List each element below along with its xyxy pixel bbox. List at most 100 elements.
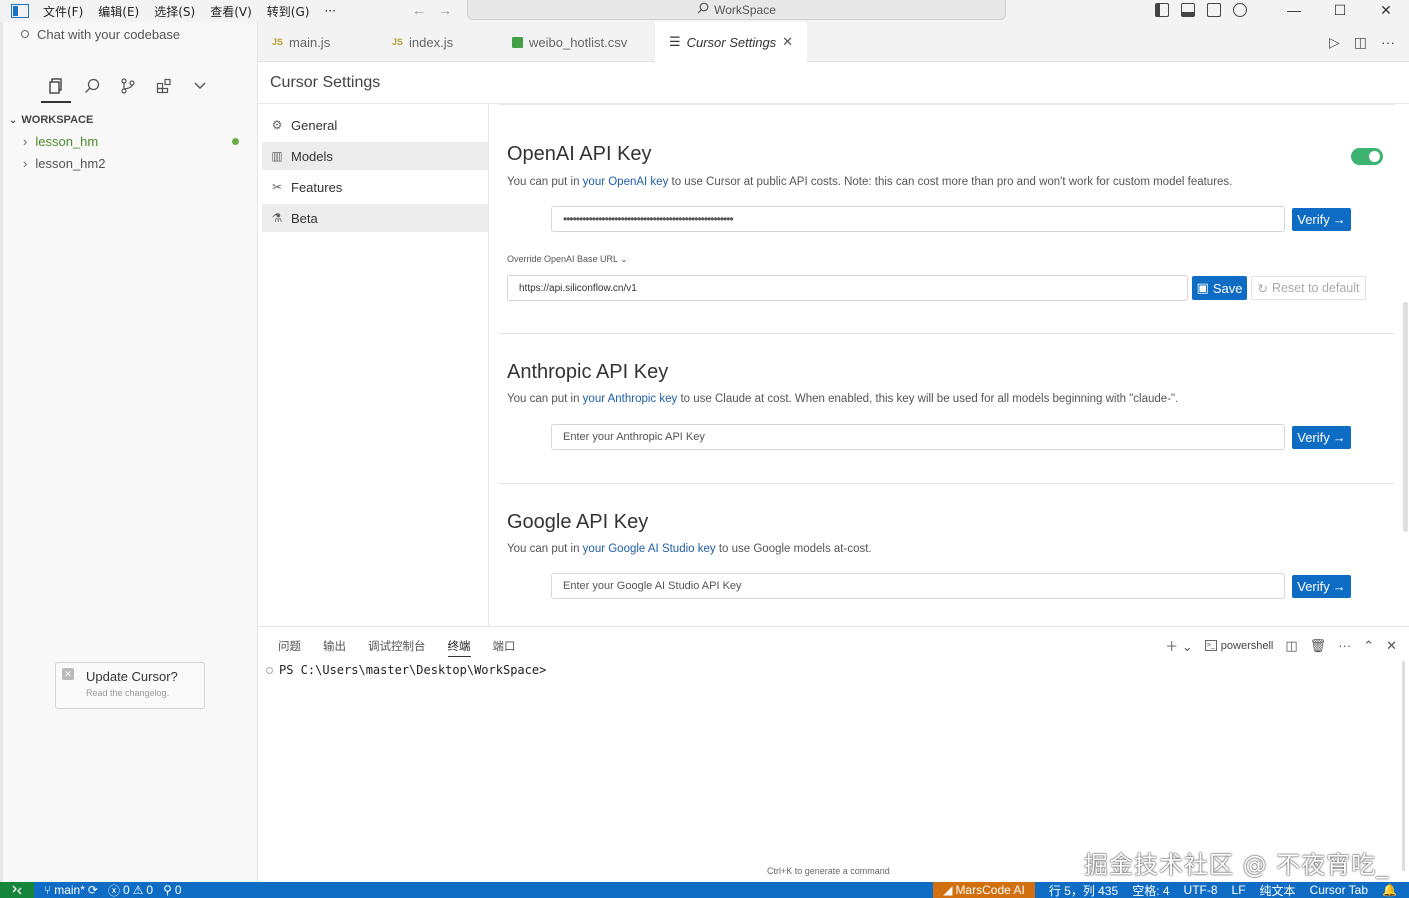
terminal-scrollbar[interactable] (1402, 661, 1405, 871)
menu-more[interactable]: ··· (324, 4, 335, 18)
nav-general[interactable]: ⚙ General (262, 111, 488, 139)
arrow-right-icon[interactable]: → (438, 2, 452, 18)
terminal-prompt-line[interactable]: PS C:\Users\master\Desktop\WorkSpace> (266, 663, 546, 677)
tab-ports[interactable]: 端口 (493, 638, 516, 657)
javascript-icon: JS (392, 37, 404, 47)
folder-lesson-hm2[interactable]: › lesson_hm2 (3, 152, 257, 174)
problems-status[interactable]: ⓧ 0 ⚠ 0 (108, 882, 153, 898)
override-base-url-toggle[interactable]: Override OpenAI Base URL ⌄ (507, 254, 628, 265)
menu-edit[interactable]: 编辑(E) (98, 3, 139, 20)
nav-features[interactable]: ✂ Features (262, 173, 488, 201)
google-verify-button[interactable]: Verify → (1292, 575, 1351, 598)
sync-icon[interactable]: ⟳ (88, 883, 98, 897)
cursor-position[interactable]: 行 5，列 435 (1049, 882, 1118, 898)
workspace-header[interactable]: ⌄ WORKSPACE (3, 110, 257, 130)
arrow-left-icon[interactable]: ← (412, 2, 426, 18)
split-editor-icon[interactable]: ◫ (1354, 34, 1367, 51)
reset-to-default-button[interactable]: ↻ Reset to default (1251, 276, 1366, 300)
desc-text: You can put in (507, 176, 583, 188)
nav-label: Beta (291, 210, 318, 226)
chevron-down-icon: ⌄ (620, 254, 628, 264)
close-button[interactable]: ✕ (1363, 2, 1409, 19)
tab-problems[interactable]: 问题 (278, 638, 301, 657)
anthropic-key-link[interactable]: your Anthropic key (583, 393, 678, 405)
sidebar: Chat with your codebase ⌄ WORKSPACE › le… (3, 22, 258, 882)
watermark: 掘金技术社区 @ 不夜宵吃_ (1084, 851, 1390, 879)
google-description: You can put in your Google AI Studio key… (507, 543, 872, 555)
tab-output[interactable]: 输出 (323, 638, 346, 657)
more-actions-icon[interactable]: ··· (1381, 34, 1395, 51)
marscode-status[interactable]: ◢ MarsCode AI (933, 882, 1035, 898)
save-button[interactable]: ▣ Save (1192, 276, 1247, 300)
nav-models[interactable]: ▥ Models (262, 142, 488, 170)
chevron-up-icon[interactable]: ⌃ (1363, 638, 1374, 654)
folder-lesson-hm[interactable]: › lesson_hm (3, 130, 257, 152)
maximize-button[interactable]: ☐ (1317, 2, 1363, 19)
bell-icon[interactable]: 🔔 (1382, 883, 1397, 897)
tab-terminal[interactable]: 终端 (447, 638, 471, 657)
anthropic-key-input[interactable]: Enter your Anthropic API Key (551, 424, 1285, 450)
update-title: Update Cursor? (86, 669, 178, 684)
ports-status[interactable]: ⚲ 0 (163, 883, 181, 897)
openai-title: OpenAI API Key (507, 143, 652, 165)
google-key-input[interactable]: Enter your Google AI Studio API Key (551, 573, 1285, 599)
openai-key-link[interactable]: your OpenAI key (583, 176, 669, 188)
chevron-down-icon[interactable] (191, 77, 209, 95)
settings-scrollbar[interactable] (1403, 302, 1408, 532)
indentation[interactable]: 空格: 4 (1132, 882, 1169, 898)
desc-text: to use Google models at-cost. (715, 543, 872, 555)
trash-icon[interactable]: 🗑 (1310, 638, 1327, 654)
gear-icon[interactable] (1233, 3, 1247, 17)
command-center[interactable]: WorkSpace (467, 0, 1006, 20)
openai-toggle[interactable] (1351, 148, 1383, 165)
folder-label: lesson_hm2 (35, 155, 106, 171)
reset-label: Reset to default (1271, 281, 1360, 295)
branch-label: main* (54, 883, 85, 897)
tab-index-js[interactable]: JS index.js (392, 22, 453, 62)
nav-beta[interactable]: ⚗ Beta (262, 204, 488, 232)
editor-tab-bar: JS main.js JS index.js weibo_hotlist.csv… (258, 22, 1409, 62)
menu-goto[interactable]: 转到(G) (267, 3, 310, 20)
toggle-secondary-sidebar-icon[interactable] (1207, 3, 1221, 17)
more-actions-icon[interactable]: ··· (1338, 638, 1351, 653)
openai-verify-button[interactable]: Verify → (1292, 208, 1351, 231)
workspace-title: WORKSPACE (21, 114, 94, 126)
openai-key-input[interactable]: ••••••••••••••••••••••••••••••••••••••••… (551, 206, 1285, 232)
menu-select[interactable]: 选择(S) (154, 3, 195, 20)
add-terminal-icon[interactable]: ＋ ⌄ (1165, 636, 1193, 655)
extensions-icon[interactable] (155, 77, 173, 95)
changelog-link[interactable]: Read the changelog. (86, 688, 204, 698)
encoding[interactable]: UTF-8 (1184, 883, 1218, 897)
google-key-link[interactable]: your Google AI Studio key (583, 543, 716, 555)
base-url-input[interactable]: https://api.siliconflow.cn/v1 (507, 275, 1188, 301)
search-icon[interactable] (83, 77, 101, 95)
remote-icon[interactable] (0, 882, 34, 898)
anthropic-verify-button[interactable]: Verify → (1292, 426, 1351, 449)
end-of-line[interactable]: LF (1232, 883, 1246, 897)
update-notification[interactable]: ✕ Update Cursor? Read the changelog. (55, 662, 205, 709)
toggle-panel-icon[interactable] (1181, 3, 1195, 17)
language-mode[interactable]: 纯文本 (1260, 882, 1296, 898)
tab-main-js[interactable]: JS main.js (272, 22, 330, 62)
close-icon[interactable]: ✕ (62, 668, 74, 680)
branch-status[interactable]: ⑂ main* ⟳ (44, 883, 98, 897)
close-icon[interactable]: ✕ (782, 34, 793, 50)
git-branch-icon: ⑂ (44, 883, 52, 897)
nav-label: Models (291, 148, 333, 164)
split-terminal-icon[interactable]: ◫ (1285, 638, 1297, 654)
toggle-sidebar-icon[interactable] (1155, 3, 1169, 17)
tab-debug-console[interactable]: 调试控制台 (368, 638, 426, 657)
marscode-label: MarsCode AI (955, 883, 1025, 897)
tab-weibo-csv[interactable]: weibo_hotlist.csv (512, 22, 627, 62)
source-control-icon[interactable] (119, 77, 137, 95)
run-icon[interactable]: ▷ (1329, 34, 1340, 51)
cursor-tab-status[interactable]: Cursor Tab (1310, 883, 1368, 897)
menu-file[interactable]: 文件(F) (43, 3, 83, 20)
menu-view[interactable]: 查看(V) (210, 3, 252, 20)
explorer-icon[interactable] (41, 77, 71, 103)
terminal-shell-selector[interactable]: >_ powershell (1204, 640, 1273, 652)
close-icon[interactable]: ✕ (1386, 638, 1397, 654)
chat-with-codebase[interactable]: Chat with your codebase (3, 22, 257, 46)
minimize-button[interactable]: — (1271, 2, 1317, 18)
tab-cursor-settings[interactable]: ☰ Cursor Settings ✕ (655, 22, 808, 62)
